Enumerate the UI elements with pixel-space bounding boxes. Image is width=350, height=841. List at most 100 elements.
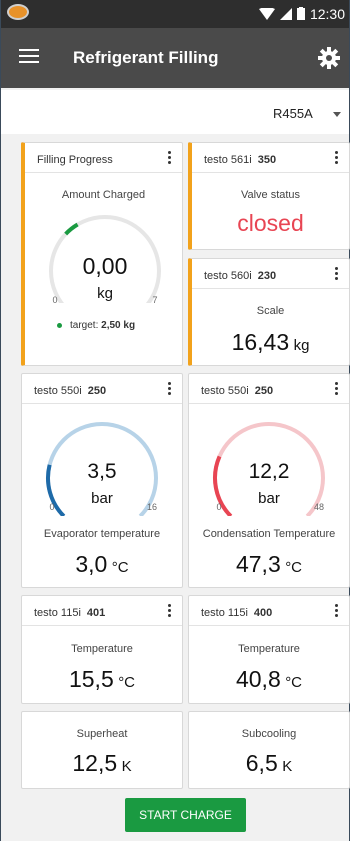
device-name: testo 550i bbox=[201, 385, 249, 397]
target-dot-icon bbox=[57, 322, 62, 328]
condensation-unit: °C bbox=[285, 559, 303, 576]
pressure-unit: bar bbox=[91, 490, 113, 507]
pressure-value: 3,5 bbox=[87, 460, 116, 483]
device-serial: 230 bbox=[257, 270, 277, 282]
superheat-card: Superheat 12,5 K bbox=[21, 711, 183, 789]
gauge-max: 7 bbox=[152, 295, 157, 303]
card-header: Filling Progress bbox=[25, 143, 182, 173]
app-bar: Refrigerant Filling bbox=[1, 28, 349, 88]
more-options-icon[interactable] bbox=[168, 382, 172, 397]
superheat-label: Superheat bbox=[76, 728, 128, 740]
page-title: Refrigerant Filling bbox=[73, 48, 219, 67]
valve-status-value: closed bbox=[237, 210, 304, 236]
gauge-max: 48 bbox=[314, 502, 324, 512]
superheat-reading: 12,5 K bbox=[22, 750, 182, 777]
device-name: testo 560i bbox=[204, 270, 252, 282]
card-header: testo 550i 250 bbox=[22, 374, 182, 404]
card-title: Filling Progress bbox=[37, 154, 113, 166]
status-bar: 12:30 bbox=[1, 0, 349, 28]
amount-value: 0,00 bbox=[83, 253, 128, 279]
signal-icon bbox=[280, 7, 292, 20]
filling-gauge: 0,00 kg 0 7 bbox=[49, 214, 161, 303]
clock: 12:30 bbox=[309, 6, 345, 22]
pressure-gauge-low: 3,5 bar 0 16 bbox=[46, 421, 158, 516]
subcooling-reading: 6,5 K bbox=[189, 750, 349, 777]
more-options-icon[interactable] bbox=[168, 151, 172, 166]
valve-status-card: testo 561i 350 Valve status closed bbox=[188, 142, 350, 250]
refrigerant-select[interactable]: R455A bbox=[1, 90, 349, 134]
more-options-icon[interactable] bbox=[168, 604, 172, 619]
amount-unit: kg bbox=[97, 285, 113, 302]
wifi-icon bbox=[259, 7, 275, 20]
temperature-card-400: testo 115i 400 Temperature 40,8 °C bbox=[188, 595, 350, 704]
chevron-down-icon bbox=[333, 112, 341, 117]
subcooling-value: 6,5 bbox=[245, 750, 278, 776]
card-header: testo 115i 401 bbox=[22, 596, 182, 626]
card-header: testo 115i 400 bbox=[189, 596, 349, 626]
device-name: testo 550i bbox=[34, 385, 82, 397]
pressure-value: 12,2 bbox=[249, 460, 290, 483]
more-options-icon[interactable] bbox=[335, 267, 339, 282]
temperature-reading: 40,8 °C bbox=[189, 666, 349, 693]
temperature-label: Temperature bbox=[71, 643, 133, 655]
more-options-icon[interactable] bbox=[335, 151, 339, 166]
battery-icon bbox=[297, 7, 305, 20]
card-header: testo 560i 230 bbox=[192, 259, 349, 289]
target-prefix: target: bbox=[70, 320, 99, 331]
device-name: testo 561i bbox=[204, 154, 252, 166]
device-name: testo 115i bbox=[34, 607, 81, 619]
superheat-value: 12,5 bbox=[72, 750, 118, 776]
pressure-gauge-high: 12,2 bar 0 48 bbox=[213, 421, 325, 516]
evaporator-value: 3,0 bbox=[75, 551, 108, 577]
temperature-unit: °C bbox=[285, 674, 303, 691]
target-value: 2,50 kg bbox=[101, 320, 136, 331]
card-header: testo 561i 350 bbox=[192, 143, 349, 173]
temperature-reading: 15,5 °C bbox=[22, 666, 182, 693]
temperature-value: 15,5 bbox=[68, 666, 114, 692]
app-logo-icon bbox=[7, 4, 29, 20]
scale-card: testo 560i 230 Scale 16,43 kg bbox=[188, 258, 350, 366]
temperature-value: 40,8 bbox=[235, 666, 281, 692]
superheat-unit: K bbox=[121, 758, 132, 775]
start-charge-button[interactable]: START CHARGE bbox=[125, 798, 246, 832]
scale-unit: kg bbox=[293, 337, 310, 354]
pressure-unit: bar bbox=[258, 490, 280, 507]
gauge-max: 16 bbox=[147, 502, 157, 512]
subcooling-label: Subcooling bbox=[241, 728, 297, 740]
gear-icon[interactable] bbox=[317, 46, 341, 70]
scale-label: Scale bbox=[256, 305, 285, 317]
device-serial: 400 bbox=[253, 607, 273, 619]
device-serial: 401 bbox=[86, 607, 106, 619]
evaporator-label: Evaporator temperature bbox=[43, 528, 161, 540]
device-serial: 350 bbox=[257, 154, 277, 166]
evaporator-reading: 3,0 °C bbox=[22, 551, 182, 578]
temperature-card-401: testo 115i 401 Temperature 15,5 °C bbox=[21, 595, 183, 704]
gauge-min: 0 bbox=[49, 502, 54, 512]
amount-charged-label: Amount Charged bbox=[61, 189, 146, 201]
device-name: testo 115i bbox=[201, 607, 248, 619]
more-options-icon[interactable] bbox=[335, 604, 339, 619]
valve-status-label: Valve status bbox=[240, 189, 301, 201]
device-serial: 250 bbox=[254, 385, 274, 397]
condensation-value: 47,3 bbox=[235, 551, 281, 577]
temperature-unit: °C bbox=[118, 674, 136, 691]
condensation-reading: 47,3 °C bbox=[189, 551, 349, 578]
menu-icon[interactable] bbox=[19, 49, 39, 65]
condensation-label: Condensation Temperature bbox=[202, 528, 336, 540]
evaporator-unit: °C bbox=[111, 559, 129, 576]
gauge-min: 0 bbox=[52, 295, 57, 303]
condensation-card: testo 550i 250 12,2 bar 0 48 Condensation… bbox=[188, 373, 350, 588]
refrigerant-value: R455A bbox=[273, 106, 313, 121]
more-options-icon[interactable] bbox=[335, 382, 339, 397]
temperature-label: Temperature bbox=[238, 643, 300, 655]
scale-reading: 16,43 kg bbox=[192, 329, 349, 356]
card-header: testo 550i 250 bbox=[189, 374, 349, 404]
target-marker bbox=[64, 222, 79, 236]
scale-value: 16,43 bbox=[231, 329, 290, 355]
gauge-min: 0 bbox=[216, 502, 221, 512]
target-row: target: 2,50 kg bbox=[57, 320, 135, 331]
subcooling-card: Subcooling 6,5 K bbox=[188, 711, 350, 789]
device-serial: 250 bbox=[87, 385, 107, 397]
filling-progress-card: Filling Progress Amount Charged 0,00 kg … bbox=[21, 142, 183, 366]
subcooling-unit: K bbox=[282, 758, 293, 775]
